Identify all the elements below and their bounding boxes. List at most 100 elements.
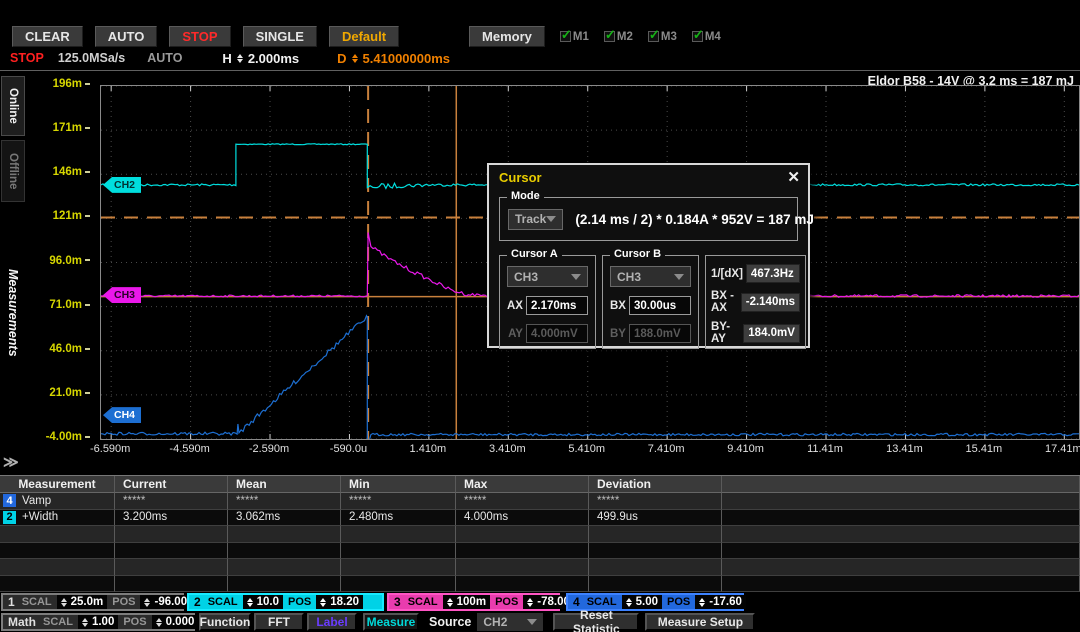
- memory-group: Memory M1 M2 M3 M4: [469, 26, 721, 47]
- checkbox-checked-icon[interactable]: [648, 31, 659, 42]
- cursor-b-channel-dropdown[interactable]: CH3: [610, 266, 691, 287]
- table-row-empty: [0, 559, 1080, 576]
- horizontal-scale-label: H: [222, 51, 231, 66]
- memory-check-m2[interactable]: M2: [604, 31, 633, 43]
- by-minus-ay-value: 184.0mV: [743, 324, 800, 343]
- channel-badge: 2: [3, 511, 16, 524]
- ch2-scale-value[interactable]: 10.0: [243, 595, 283, 609]
- cursor-dialog-titlebar[interactable]: Cursor ✕: [489, 165, 808, 189]
- default-button[interactable]: Default: [329, 26, 399, 47]
- ch4-scale-value[interactable]: 5.00: [622, 595, 662, 609]
- ch4-pos-value[interactable]: -17.60: [695, 595, 746, 609]
- table-row-empty: [0, 576, 1080, 593]
- cursor-results-groupbox: 1/[dX] 467.3Hz BX -AX -2.140ms BY-AY 184…: [705, 255, 806, 349]
- delay-value[interactable]: 5.41000000ms: [363, 51, 450, 66]
- fft-button[interactable]: FFT: [254, 613, 304, 631]
- chevron-down-icon: [546, 216, 556, 222]
- x-tick-label: 5.410m: [568, 443, 605, 455]
- energy-formula-text: (2.14 ms / 2) * 0.184A * 952V = 187 mJ: [575, 212, 814, 227]
- col-mean: Mean: [228, 476, 341, 493]
- cursor-b-groupbox: Cursor B CH3 BX 30.00us BY 188.0mV: [602, 255, 699, 349]
- measure-setup-button[interactable]: Measure Setup: [645, 613, 755, 631]
- x-tick-label: 7.410m: [648, 443, 685, 455]
- toolbar-divider: [0, 70, 1080, 71]
- cursor-mode-dropdown[interactable]: Track: [508, 209, 563, 230]
- function-button[interactable]: Function: [199, 613, 251, 631]
- y-tick-label: 196m: [30, 78, 90, 90]
- d-stepper-icon[interactable]: [352, 54, 358, 63]
- y-tick-label: 171m: [30, 122, 90, 134]
- y-tick-label: 46.0m: [30, 343, 90, 355]
- ch3-scale-value[interactable]: 100m: [443, 595, 490, 609]
- checkbox-checked-icon[interactable]: [560, 31, 571, 42]
- x-tick-label: 15.41m: [966, 443, 1003, 455]
- source-value: CH2: [483, 615, 507, 629]
- math-measure-bar: Math SCAL 1.00 POS 0.000 Function FFT La…: [0, 613, 1080, 631]
- x-tick-label: -2.590m: [249, 443, 289, 455]
- cursor-dialog-body: Cursor A CH3 AX 2.170ms AY 4.000mV Curso…: [499, 255, 798, 349]
- channel-2-controls[interactable]: 2 SCAL 10.0 POS 18.20: [187, 593, 384, 611]
- math-controls[interactable]: Math SCAL 1.00 POS 0.000: [1, 613, 195, 631]
- memory-check-m4[interactable]: M4: [692, 31, 721, 43]
- by-label: BY: [610, 328, 626, 340]
- measurement-name: Vamp: [20, 495, 51, 507]
- y-tick-label: 146m: [30, 166, 90, 178]
- memory-check-m3[interactable]: M3: [648, 31, 677, 43]
- ax-label: AX: [507, 300, 523, 312]
- cursor-a-channel-dropdown[interactable]: CH3: [507, 266, 588, 287]
- inverse-dx-label: 1/[dX]: [711, 268, 743, 280]
- x-tick-label: 3.410m: [489, 443, 526, 455]
- bx-value-field[interactable]: 30.00us: [629, 296, 691, 315]
- y-tick-label: 21.0m: [30, 387, 90, 399]
- memory-button[interactable]: Memory: [469, 26, 545, 47]
- ch1-scale-value[interactable]: 25.0m: [57, 595, 108, 609]
- x-tick-label: -4.590m: [169, 443, 209, 455]
- chevron-down-icon: [527, 619, 537, 625]
- top-toolbar: CLEAR AUTO STOP SINGLE Default Memory M1…: [0, 25, 1080, 48]
- channel-scale-bar: 1 SCAL 25.0m POS -96.00m 2 SCAL 10.0 POS…: [0, 593, 1080, 611]
- measurement-name: +Width: [20, 511, 58, 523]
- memory-check-m1[interactable]: M1: [560, 31, 589, 43]
- source-dropdown[interactable]: CH2: [477, 613, 543, 631]
- source-label: Source: [429, 615, 471, 629]
- dialog-title: Cursor: [499, 170, 542, 185]
- table-row[interactable]: 4 Vamp ***** ***** ***** ***** *****: [0, 493, 1080, 510]
- y-tick-label: 121m: [30, 210, 90, 222]
- x-tick-label: 17.41m: [1045, 443, 1080, 455]
- math-scale-value[interactable]: 1.00: [78, 615, 118, 629]
- table-row[interactable]: 2 +Width 3.200ms 3.062ms 2.480ms 4.000ms…: [0, 510, 1080, 527]
- x-tick-label: -6.590m: [90, 443, 130, 455]
- checkbox-checked-icon[interactable]: [604, 31, 615, 42]
- delay-label: D: [337, 51, 346, 66]
- reset-statistic-button[interactable]: Reset Statistic: [553, 613, 639, 631]
- y-tick-label: 96.0m: [30, 255, 90, 267]
- inverse-dx-value: 467.3Hz: [746, 264, 800, 283]
- y-tick-label: 71.0m: [30, 299, 90, 311]
- label-button[interactable]: Label: [307, 613, 357, 631]
- math-pos-value[interactable]: 0.000: [152, 615, 199, 629]
- oscilloscope-app: CLEAR AUTO STOP SINGLE Default Memory M1…: [0, 0, 1080, 632]
- chevron-down-icon: [571, 274, 581, 280]
- mode-group-label: Mode: [507, 190, 544, 202]
- single-button[interactable]: SINGLE: [243, 26, 317, 47]
- measure-button[interactable]: Measure: [363, 613, 419, 631]
- horizontal-scale-value[interactable]: 2.000ms: [248, 51, 299, 66]
- col-current: Current: [115, 476, 228, 493]
- x-tick-label: -590.0u: [330, 443, 367, 455]
- by-value-field: 188.0mV: [629, 324, 691, 343]
- chevron-down-icon: [674, 274, 684, 280]
- h-stepper-icon[interactable]: [237, 54, 243, 63]
- y-tick-label: -4.00m: [30, 431, 90, 443]
- table-row-empty: [0, 526, 1080, 543]
- channel-3-controls[interactable]: 3 SCAL 100m POS -78.00m: [387, 593, 560, 611]
- auto-button[interactable]: AUTO: [95, 26, 158, 47]
- channel-1-controls[interactable]: 1 SCAL 25.0m POS -96.00m: [1, 593, 184, 611]
- ch2-pos-value[interactable]: 18.20: [316, 595, 363, 609]
- checkbox-checked-icon[interactable]: [692, 31, 703, 42]
- cursor-mode-value: Track: [515, 212, 546, 226]
- ax-value-field[interactable]: 2.170ms: [526, 296, 588, 315]
- col-min: Min: [341, 476, 456, 493]
- stop-button[interactable]: STOP: [169, 26, 230, 47]
- close-icon[interactable]: ✕: [787, 170, 800, 185]
- channel-badge: 4: [3, 494, 16, 507]
